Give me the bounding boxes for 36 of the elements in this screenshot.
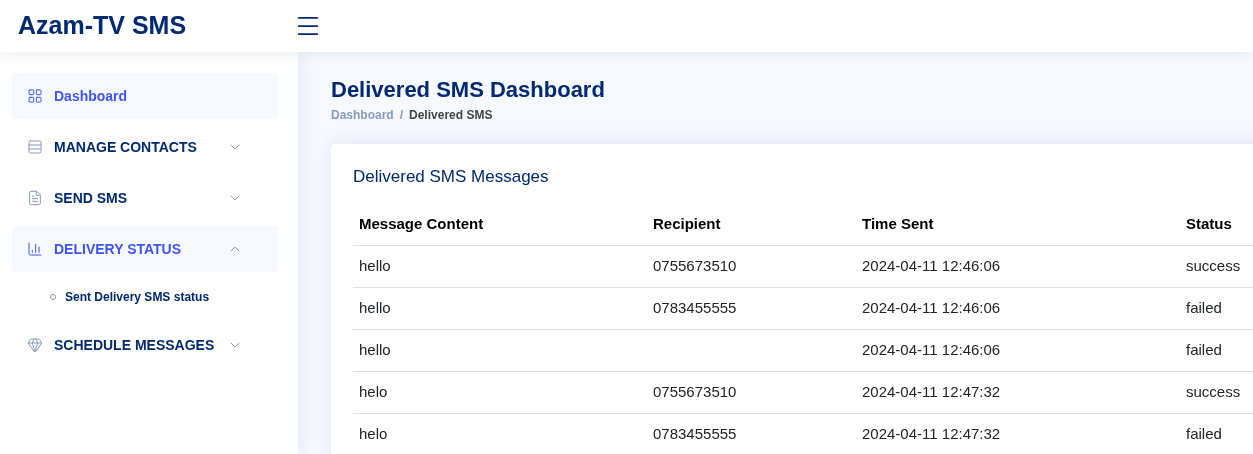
table-cell: 0783455555 [647, 287, 856, 330]
table-cell: helo [353, 413, 647, 454]
breadcrumb-separator: / [399, 107, 404, 124]
table-cell: 2024-04-11 12:46:06 [856, 329, 1180, 372]
card-title: Delivered SMS Messages [353, 166, 550, 188]
table-cell: failed [1180, 329, 1253, 372]
table-cell: 2024-04-11 12:47:32 [856, 371, 1180, 414]
table-cell: hello [353, 245, 647, 288]
table-cell: success [1180, 371, 1253, 414]
page-title: Delivered SMS Dashboard [331, 77, 606, 103]
table-cell: 0783455555 [647, 413, 856, 454]
table-cell: failed [1180, 287, 1253, 330]
document-icon [27, 190, 43, 206]
sidebar-item[interactable]: Dashboard [12, 73, 278, 119]
breadcrumb-item: Delivered SMS [409, 107, 493, 124]
column-header: Recipient [647, 212, 856, 246]
table-cell: hello [353, 329, 647, 372]
table-cell: 2024-04-11 12:46:06 [856, 245, 1180, 288]
table-cell: 0755673510 [647, 245, 856, 288]
table-cell: 2024-04-11 12:46:06 [856, 287, 1180, 330]
table-cell: 0755673510 [647, 371, 856, 414]
table-cell: hello [353, 287, 647, 330]
brand-logo: Azam-TV SMS [18, 10, 188, 42]
table-cell: failed [1180, 413, 1253, 454]
table-cell: 2024-04-11 12:47:32 [856, 413, 1180, 454]
list-icon [27, 139, 43, 155]
table-cell: helo [353, 371, 647, 414]
sidebar-item[interactable]: DELIVERY STATUS [12, 226, 278, 272]
column-header: Status [1180, 212, 1253, 246]
sidebar-subitem[interactable]: Sent Delivery SMS status [12, 277, 210, 317]
bar-chart-icon [27, 241, 43, 257]
column-header: Message Content [353, 212, 647, 246]
gem-icon [27, 337, 43, 353]
column-header: Time Sent [856, 212, 1180, 246]
grid-icon [27, 88, 43, 104]
table-cell: success [1180, 245, 1253, 288]
